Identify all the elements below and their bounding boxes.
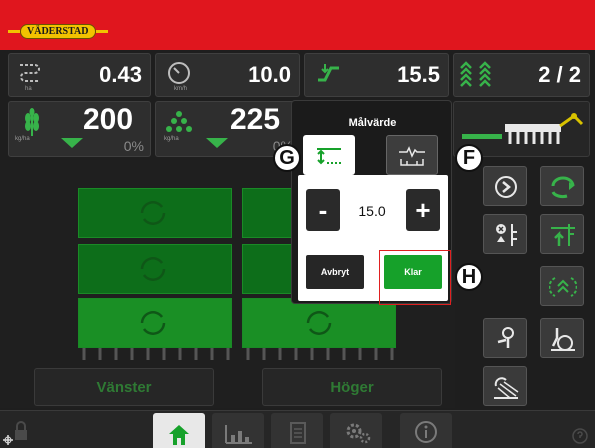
- decrease-button[interactable]: -: [306, 189, 340, 231]
- depth-tile[interactable]: 15.5: [304, 53, 449, 97]
- callout-g: G: [273, 144, 301, 172]
- callout-h: H: [455, 263, 483, 291]
- tramline-icon: [549, 277, 577, 297]
- lock-icon: [15, 421, 27, 440]
- brand-logo: VÄDERSTAD: [8, 24, 108, 39]
- increase-button[interactable]: +: [406, 189, 440, 231]
- nav-info[interactable]: [400, 413, 452, 448]
- speed-value: 10.0: [248, 62, 291, 87]
- target-value-display: 15.0: [358, 203, 386, 219]
- tramline-button[interactable]: [540, 266, 584, 306]
- tab-pressure-setting[interactable]: [386, 135, 438, 175]
- speedometer-icon: [168, 62, 190, 84]
- fertilizer-rate-target-marker: [206, 138, 228, 148]
- confirm-highlight-frame: [379, 250, 451, 305]
- section-rotate-icon: [140, 311, 166, 335]
- speed-tile[interactable]: km/h 10.0: [155, 53, 300, 97]
- seeding-depth-icon: [318, 64, 339, 82]
- depth-value: 15.5: [397, 62, 440, 87]
- fertilizer-rate-unit: kg/ha: [164, 136, 179, 142]
- lift-control-button[interactable]: [540, 214, 584, 254]
- area-tile[interactable]: ha 0.43: [8, 53, 151, 97]
- coulter-pressure-button[interactable]: [483, 318, 527, 358]
- area-counter-icon: [20, 64, 40, 82]
- info-icon: [415, 421, 437, 443]
- wheat-seed-icon: [25, 108, 39, 136]
- bar-chart-icon: [225, 425, 252, 444]
- left-half-button[interactable]: Vänster: [34, 368, 214, 406]
- rows-tile[interactable]: 2 / 2: [453, 53, 590, 97]
- tab-depth-setting[interactable]: [303, 135, 355, 175]
- document-icon: [290, 422, 306, 444]
- seed-rate-target-marker: [61, 138, 83, 148]
- brand-logo-text: VÄDERSTAD: [20, 24, 96, 39]
- work-lights-icon: [494, 377, 519, 399]
- move-icon: [3, 435, 13, 445]
- work-lights-button[interactable]: [483, 366, 527, 406]
- coulter-row-graphic: [82, 348, 394, 360]
- section-rotate-icon: [140, 201, 166, 225]
- fertilizer-rate-value: 225: [230, 103, 281, 136]
- help-icon[interactable]: [572, 428, 588, 444]
- seed-rows-icon: [460, 61, 491, 87]
- seed-shutoff-button[interactable]: [483, 214, 527, 254]
- nav-statistics[interactable]: [212, 413, 264, 448]
- pressure-wave-icon: [399, 146, 425, 166]
- nav-documents[interactable]: [271, 413, 323, 448]
- nav-settings[interactable]: [330, 413, 382, 448]
- seed-rate-unit: kg/ha: [15, 136, 30, 142]
- marker-toggle-button[interactable]: [540, 166, 584, 206]
- drill-implement-icon: [462, 113, 584, 144]
- brand-bar: VÄDERSTAD: [0, 0, 595, 50]
- seed-rate-value: 200: [83, 103, 134, 136]
- area-unit: ha: [25, 86, 32, 92]
- cancel-button[interactable]: Avbryt: [306, 255, 364, 289]
- speed-unit: km/h: [174, 86, 188, 92]
- seed-rate-percent: 0%: [123, 138, 144, 154]
- area-value: 0.43: [99, 62, 142, 87]
- seed-shutoff-icon: [496, 224, 517, 246]
- rows-value: 2 / 2: [538, 62, 581, 87]
- press-wheel-button[interactable]: [540, 318, 584, 358]
- nav-home[interactable]: [153, 413, 205, 448]
- home-icon: [169, 425, 189, 445]
- right-half-button[interactable]: Höger: [262, 368, 442, 406]
- depth-setting-icon: [317, 148, 341, 165]
- gears-icon: [346, 423, 371, 444]
- section-rotate-icon: [306, 311, 332, 335]
- seed-rate-tile[interactable]: kg/ha 200 0%: [8, 101, 151, 157]
- coulter-icon: [497, 327, 514, 348]
- marker-arm-icon: [551, 176, 575, 199]
- callout-f: F: [455, 144, 483, 172]
- section-rotate-icon: [140, 257, 166, 281]
- seed-calibration-button[interactable]: [483, 166, 527, 206]
- dialog-title: Målvärde: [348, 117, 397, 129]
- lift-control-icon: [551, 224, 575, 246]
- seed-calibration-icon: [495, 176, 517, 198]
- press-wheel-icon: [551, 328, 575, 351]
- fertilizer-granules-icon: [166, 111, 192, 132]
